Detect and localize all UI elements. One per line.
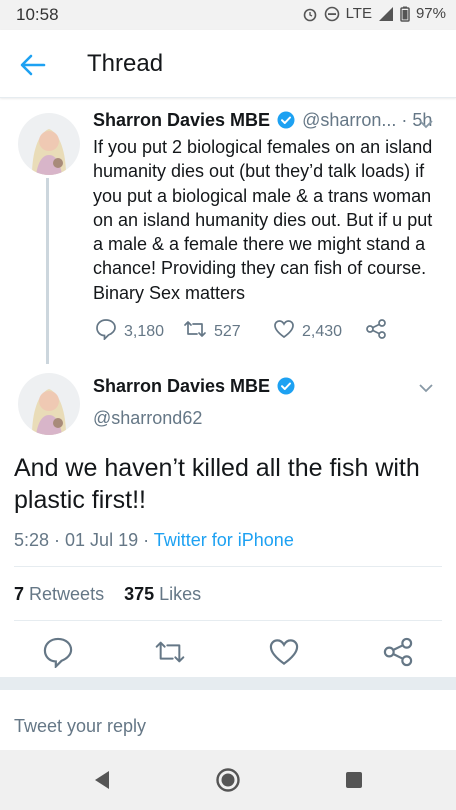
arrow-left-icon <box>18 54 48 84</box>
reply-count: 3,180 <box>124 322 165 340</box>
alarm-icon <box>302 6 318 22</box>
nav-home-button[interactable] <box>214 766 242 794</box>
author-handle[interactable]: @sharrond62 <box>93 408 202 429</box>
author-name[interactable]: Sharron Davies MBE <box>93 110 270 130</box>
system-nav-bar <box>0 750 456 810</box>
divider <box>14 566 442 567</box>
network-type: LTE <box>345 5 372 22</box>
share-icon <box>382 637 414 672</box>
share-button[interactable] <box>365 318 387 345</box>
verified-badge-icon <box>277 377 295 400</box>
like-count: 375 <box>124 584 155 604</box>
heart-icon <box>268 639 300 672</box>
app-bar: Thread <box>0 30 456 98</box>
parent-tweet-text: If you put 2 biological females on an is… <box>93 137 433 303</box>
author-handle[interactable]: @sharron... <box>302 110 396 130</box>
avatar[interactable] <box>18 113 80 175</box>
tweet-meta: 5:28 · 01 Jul 19 · Twitter for iPhone <box>14 530 294 551</box>
retweet-button[interactable] <box>154 636 186 668</box>
thread-connector <box>46 178 49 364</box>
main-tweet-author: Sharron Davies MBE <box>93 376 297 400</box>
retweet-count: 7 <box>14 584 25 604</box>
avatar[interactable] <box>18 373 80 435</box>
like-button[interactable] <box>268 636 300 668</box>
page-title: Thread <box>87 50 164 77</box>
verified-badge-icon <box>277 111 295 134</box>
battery-percent: 97% <box>415 5 446 22</box>
retweets-stat[interactable]: 7 Retweets <box>14 584 104 604</box>
like-count: 2,430 <box>302 322 343 340</box>
engagement-counts: 7 Retweets 375 Likes <box>14 584 201 605</box>
back-button[interactable] <box>18 50 48 80</box>
divider <box>14 620 442 621</box>
chevron-down-icon[interactable] <box>418 116 434 134</box>
main-tweet-actions <box>0 636 456 670</box>
retweet-icon <box>154 641 186 672</box>
nav-recents-button[interactable] <box>340 766 368 794</box>
tweet-source-link[interactable]: Twitter for iPhone <box>154 530 294 550</box>
reply-button[interactable]: 3,180 <box>95 318 164 345</box>
reply-input[interactable]: Tweet your reply <box>14 716 146 737</box>
triangle-back-icon <box>88 771 116 798</box>
retweet-button[interactable]: 527 <box>183 318 241 345</box>
do-not-disturb-icon <box>324 6 340 22</box>
retweets-label: Retweets <box>29 584 105 604</box>
retweet-count: 527 <box>214 322 241 340</box>
author-name[interactable]: Sharron Davies MBE <box>93 376 270 396</box>
status-bar: 10:58 LTE 97% <box>0 0 456 30</box>
status-icons: LTE 97% <box>302 5 446 22</box>
square-recents-icon <box>340 772 368 798</box>
status-time: 10:58 <box>16 5 59 24</box>
tweet-datetime: 5:28 · 01 Jul 19 · <box>14 530 154 550</box>
reply-icon <box>42 637 74 672</box>
share-button[interactable] <box>382 636 414 668</box>
reply-icon <box>95 318 117 345</box>
retweet-icon <box>183 318 207 345</box>
heart-icon <box>273 318 295 345</box>
nav-back-button[interactable] <box>88 766 116 794</box>
main-tweet-text: And we haven’t killed all the fish with … <box>14 454 420 514</box>
home-circle-icon <box>214 768 242 798</box>
parent-tweet-header: Sharron Davies MBE @sharron... · 5h <box>93 110 438 134</box>
chevron-down-icon[interactable] <box>418 380 434 398</box>
likes-label: Likes <box>159 584 202 604</box>
share-icon <box>365 318 387 345</box>
signal-icon <box>378 6 394 22</box>
likes-stat[interactable]: 375 Likes <box>124 584 201 604</box>
parent-tweet-actions: 3,180 527 2,430 <box>93 318 433 344</box>
section-separator <box>0 677 456 689</box>
reply-bar: Tweet your reply <box>0 689 456 749</box>
reply-button[interactable] <box>42 636 74 670</box>
like-button[interactable]: 2,430 <box>273 318 342 345</box>
battery-icon <box>400 6 410 22</box>
